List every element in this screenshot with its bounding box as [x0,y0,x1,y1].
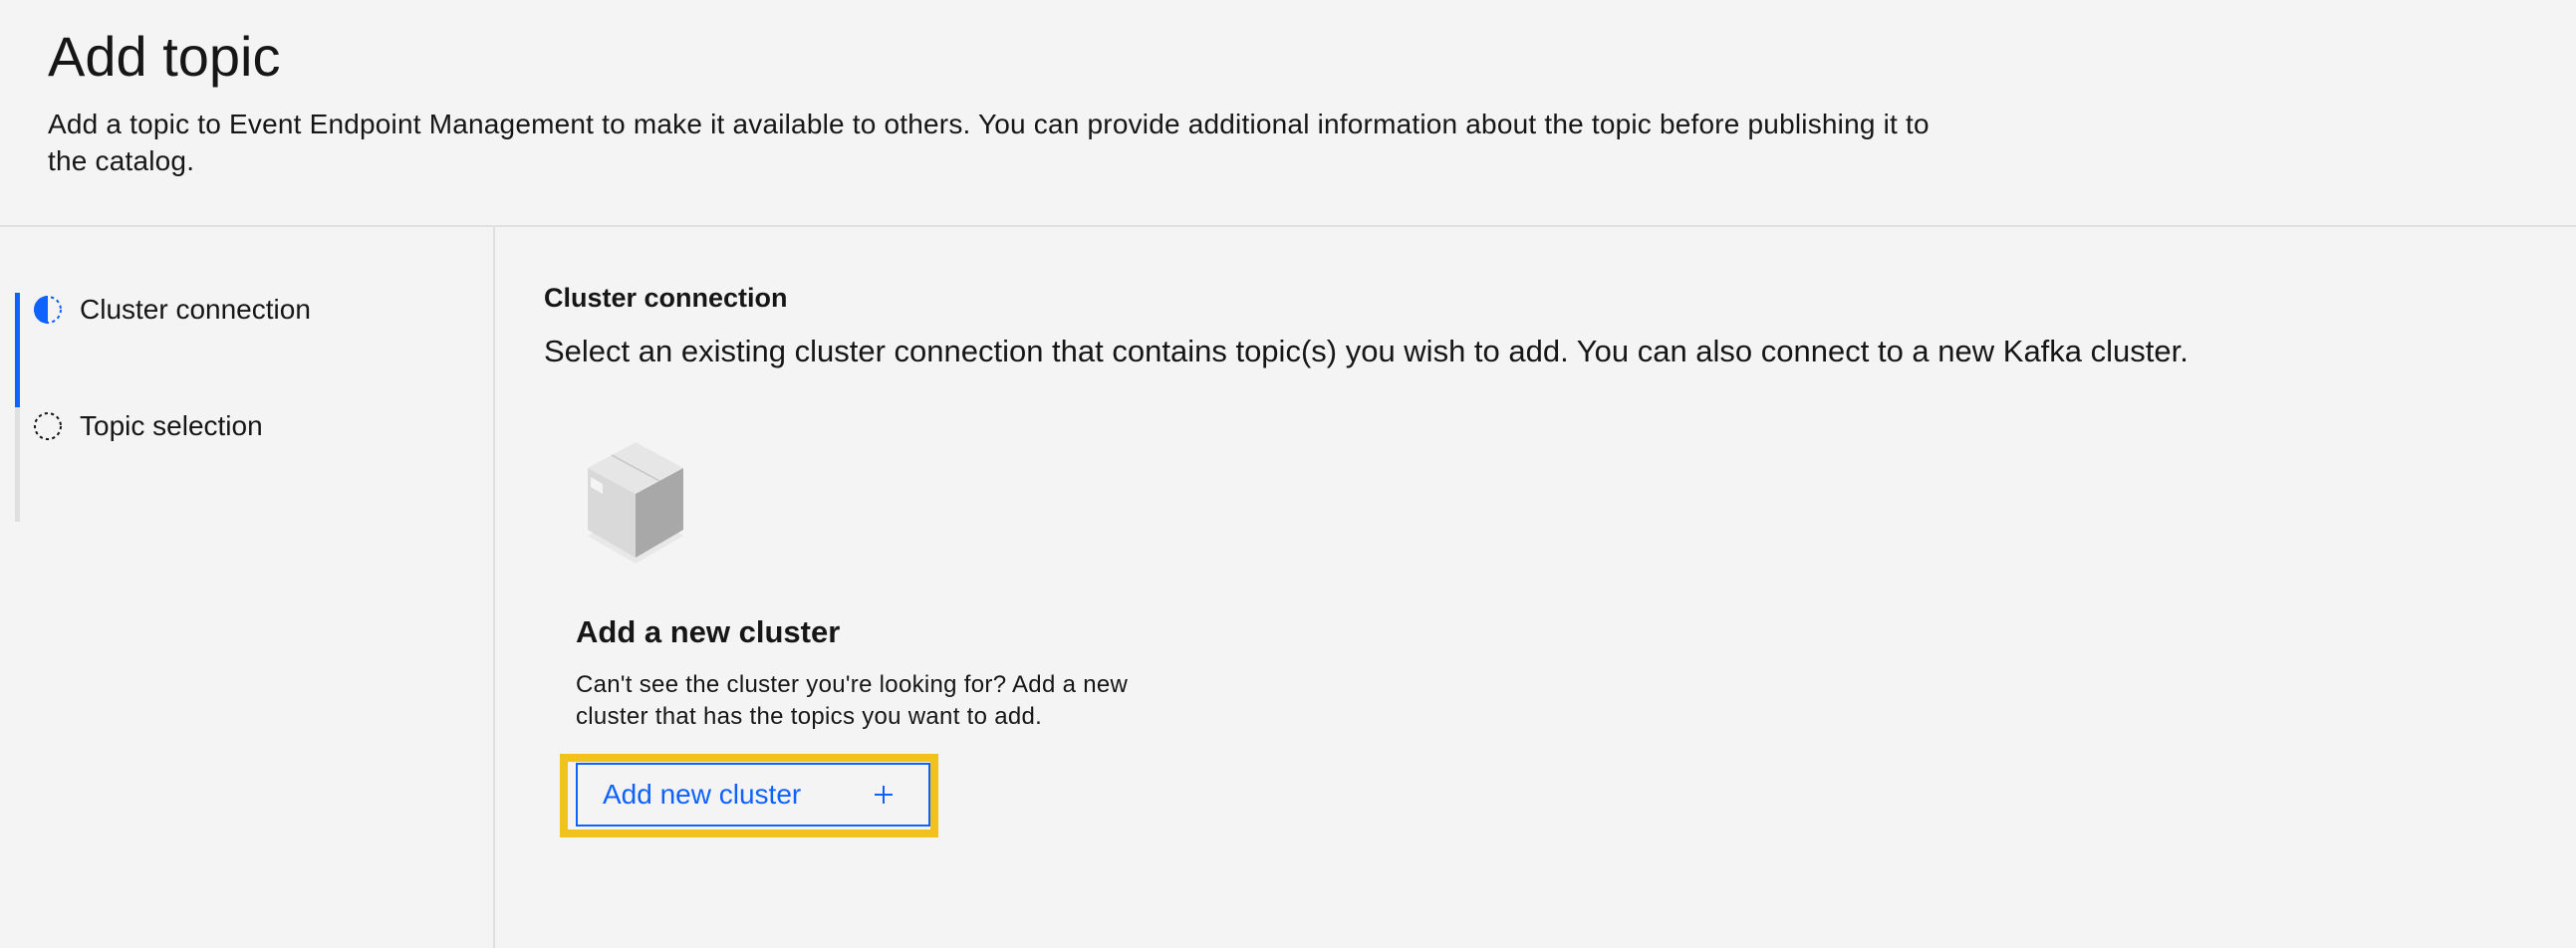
card-description: Can't see the cluster you're looking for… [576,671,1129,730]
section-description: Select an existing cluster connection th… [544,334,2189,368]
dashed-circle-icon [34,412,62,440]
page-header: Add topic Add a topic to Event Endpoint … [0,0,2576,227]
button-label: Add new cluster [603,779,802,810]
progress-rail-active [15,293,20,407]
cube-box-icon [588,442,683,564]
progress-indicator: Cluster connection Topic selection [0,227,495,948]
add-new-cluster-button[interactable]: Add new cluster [576,763,930,827]
half-filled-circle-icon [34,296,62,324]
step-label: Topic selection [80,410,263,441]
plus-icon [875,786,893,804]
page-description: Add a topic to Event Endpoint Management… [48,109,1930,176]
step-label: Cluster connection [80,294,311,325]
card-title: Add a new cluster [576,614,841,649]
step-cluster-connection[interactable]: Cluster connection [32,290,311,330]
page-title: Add topic [48,25,281,88]
section-title: Cluster connection [544,283,788,313]
step-topic-selection[interactable]: Topic selection [32,406,263,446]
